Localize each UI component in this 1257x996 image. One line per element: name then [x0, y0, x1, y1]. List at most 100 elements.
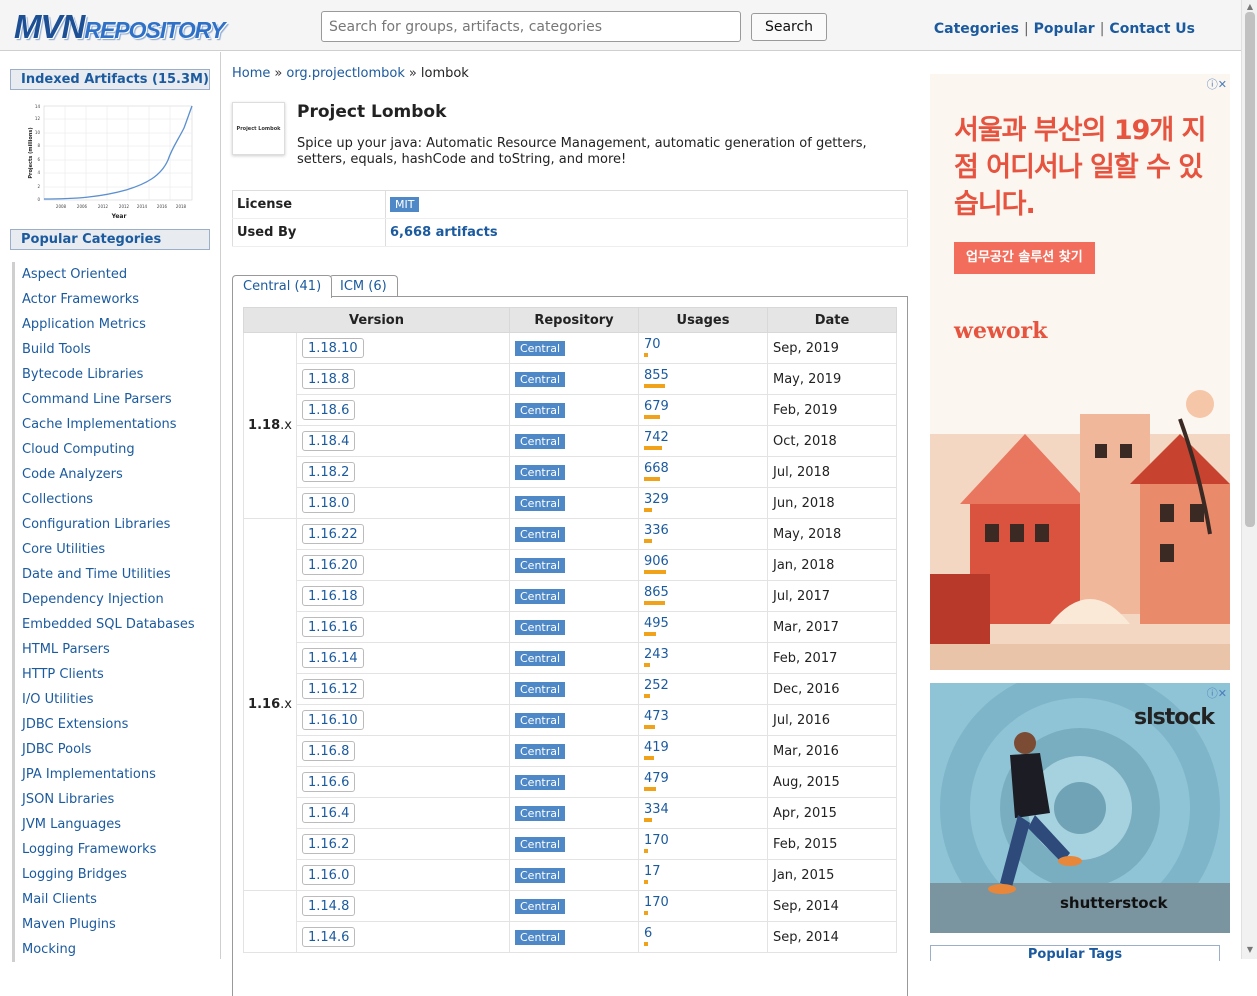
version-link[interactable]: 1.16.20: [302, 555, 364, 575]
usages-link[interactable]: 17: [644, 865, 762, 878]
category-item[interactable]: Core Utilities: [12, 537, 212, 562]
category-link[interactable]: JSON Libraries: [22, 792, 114, 807]
category-link[interactable]: Date and Time Utilities: [22, 567, 171, 582]
category-item[interactable]: Maven Plugins: [12, 912, 212, 937]
category-item[interactable]: Configuration Libraries: [12, 512, 212, 537]
repository-badge[interactable]: Central: [515, 588, 566, 604]
category-item[interactable]: JSON Libraries: [12, 787, 212, 812]
category-link[interactable]: Embedded SQL Databases: [22, 617, 195, 632]
version-link[interactable]: 1.16.14: [302, 648, 364, 668]
usages-link[interactable]: 679: [644, 400, 762, 413]
category-link[interactable]: Code Analyzers: [22, 467, 123, 482]
scroll-down-icon[interactable]: ▼: [1245, 946, 1255, 954]
usages-link[interactable]: 329: [644, 493, 762, 506]
category-link[interactable]: Logging Frameworks: [22, 842, 156, 857]
repository-badge[interactable]: Central: [515, 495, 566, 511]
category-item[interactable]: Application Metrics: [12, 312, 212, 337]
usages-link[interactable]: 170: [644, 834, 762, 847]
repository-badge[interactable]: Central: [515, 929, 566, 945]
version-link[interactable]: 1.16.10: [302, 710, 364, 730]
category-link[interactable]: Configuration Libraries: [22, 517, 170, 532]
category-link[interactable]: Actor Frameworks: [22, 292, 139, 307]
category-item[interactable]: Dependency Injection: [12, 587, 212, 612]
repository-badge[interactable]: Central: [515, 650, 566, 666]
repository-badge[interactable]: Central: [515, 836, 566, 852]
version-link[interactable]: 1.18.4: [302, 431, 356, 451]
category-link[interactable]: Mocking: [22, 942, 76, 957]
version-link[interactable]: 1.16.0: [302, 865, 356, 885]
category-item[interactable]: Embedded SQL Databases: [12, 612, 212, 637]
usages-link[interactable]: 334: [644, 803, 762, 816]
used-by-link[interactable]: 6,668 artifacts: [390, 225, 498, 240]
repository-badge[interactable]: Central: [515, 371, 566, 387]
usages-link[interactable]: 6: [644, 927, 762, 940]
category-item[interactable]: Code Analyzers: [12, 462, 212, 487]
repository-badge[interactable]: Central: [515, 805, 566, 821]
category-item[interactable]: Logging Bridges: [12, 862, 212, 887]
ad-cta-button[interactable]: 업무공간 솔루션 찾기: [954, 242, 1095, 274]
category-item[interactable]: Mocking: [12, 937, 212, 962]
usages-link[interactable]: 243: [644, 648, 762, 661]
repository-badge[interactable]: Central: [515, 340, 566, 356]
category-item[interactable]: Actor Frameworks: [12, 287, 212, 312]
category-item[interactable]: JVM Languages: [12, 812, 212, 837]
category-item[interactable]: JDBC Pools: [12, 737, 212, 762]
category-link[interactable]: I/O Utilities: [22, 692, 94, 707]
repository-badge[interactable]: Central: [515, 557, 566, 573]
category-link[interactable]: Cache Implementations: [22, 417, 177, 432]
version-link[interactable]: 1.16.16: [302, 617, 364, 637]
category-link[interactable]: HTML Parsers: [22, 642, 110, 657]
repository-badge[interactable]: Central: [515, 774, 566, 790]
category-item[interactable]: JPA Implementations: [12, 762, 212, 787]
version-link[interactable]: 1.14.6: [302, 927, 356, 947]
category-item[interactable]: HTTP Clients: [12, 662, 212, 687]
nav-contact-us[interactable]: Contact Us: [1109, 21, 1195, 37]
usages-link[interactable]: 336: [644, 524, 762, 537]
version-link[interactable]: 1.16.22: [302, 524, 364, 544]
version-link[interactable]: 1.16.8: [302, 741, 356, 761]
category-item[interactable]: Aspect Oriented: [12, 262, 212, 287]
repository-badge[interactable]: Central: [515, 526, 566, 542]
usages-link[interactable]: 252: [644, 679, 762, 692]
scroll-up-icon[interactable]: ▲: [1245, 3, 1255, 11]
ad-close-icon[interactable]: ⓘ✕: [1207, 685, 1227, 701]
ad-wework[interactable]: ⓘ✕ 서울과 부산의 19개 지점 어디서나 일할 수 있습니다. 업무공간 솔…: [930, 74, 1230, 670]
page-scrollbar[interactable]: ▲ ▼: [1241, 0, 1257, 959]
usages-link[interactable]: 668: [644, 462, 762, 475]
category-link[interactable]: Dependency Injection: [22, 592, 164, 607]
usages-link[interactable]: 855: [644, 369, 762, 382]
usages-link[interactable]: 419: [644, 741, 762, 754]
category-link[interactable]: JPA Implementations: [22, 767, 156, 782]
scroll-thumb[interactable]: [1245, 12, 1255, 527]
repository-badge[interactable]: Central: [515, 712, 566, 728]
version-link[interactable]: 1.18.0: [302, 493, 356, 513]
usages-link[interactable]: 742: [644, 431, 762, 444]
category-item[interactable]: Mail Clients: [12, 887, 212, 912]
tab-central[interactable]: Central (41): [232, 275, 333, 298]
usages-link[interactable]: 495: [644, 617, 762, 630]
repository-badge[interactable]: Central: [515, 433, 566, 449]
usages-link[interactable]: 170: [644, 896, 762, 909]
category-item[interactable]: Cloud Computing: [12, 437, 212, 462]
category-link[interactable]: Logging Bridges: [22, 867, 127, 882]
breadcrumb-group[interactable]: org.projectlombok: [286, 66, 405, 81]
category-link[interactable]: Command Line Parsers: [22, 392, 172, 407]
search-button[interactable]: Search: [751, 13, 827, 41]
repository-badge[interactable]: Central: [515, 402, 566, 418]
nav-categories[interactable]: Categories: [934, 21, 1019, 37]
version-link[interactable]: 1.16.18: [302, 586, 364, 606]
repository-badge[interactable]: Central: [515, 743, 566, 759]
usages-link[interactable]: 70: [644, 338, 762, 351]
license-badge[interactable]: MIT: [390, 197, 420, 212]
category-link[interactable]: Aspect Oriented: [22, 267, 127, 282]
category-link[interactable]: JDBC Extensions: [22, 717, 128, 732]
version-link[interactable]: 1.18.10: [302, 338, 364, 358]
category-link[interactable]: JDBC Pools: [22, 742, 91, 757]
ad-close-icon[interactable]: ⓘ✕: [1207, 76, 1227, 92]
category-item[interactable]: JDBC Extensions: [12, 712, 212, 737]
category-item[interactable]: I/O Utilities: [12, 687, 212, 712]
indexed-artifacts-title[interactable]: Indexed Artifacts (15.3M): [10, 69, 210, 90]
version-link[interactable]: 1.18.2: [302, 462, 356, 482]
category-link[interactable]: Mail Clients: [22, 892, 97, 907]
category-link[interactable]: Application Metrics: [22, 317, 146, 332]
